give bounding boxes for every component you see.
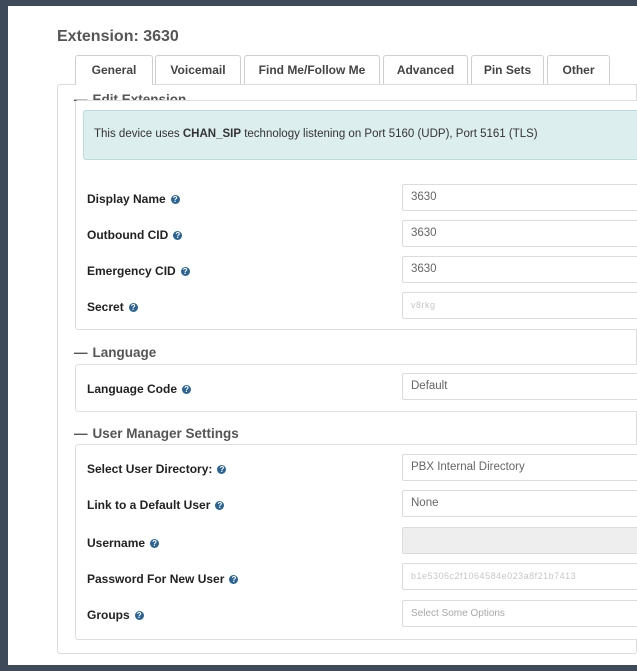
groups-label: Groups? bbox=[87, 608, 144, 622]
help-icon[interactable]: ? bbox=[170, 195, 180, 204]
language-code-label: Language Code? bbox=[87, 382, 192, 396]
collapse-icon: — bbox=[74, 345, 88, 360]
help-icon[interactable]: ? bbox=[182, 385, 192, 394]
tab-voicemail[interactable]: Voicemail bbox=[155, 55, 241, 84]
tab-other[interactable]: Other bbox=[547, 55, 610, 84]
username-label: Username? bbox=[87, 536, 160, 550]
help-icon[interactable]: ? bbox=[217, 465, 227, 474]
language-toggle[interactable]: — Language bbox=[74, 345, 156, 360]
language-code-select[interactable]: Default bbox=[402, 373, 637, 400]
default-user-select[interactable]: None bbox=[402, 490, 637, 517]
tab-general[interactable]: General bbox=[75, 55, 153, 85]
default-user-label: Link to a Default User? bbox=[87, 498, 225, 512]
help-icon[interactable]: ? bbox=[128, 303, 138, 312]
new-user-password-label: Password For New User? bbox=[87, 572, 239, 586]
emergency-cid-label: Emergency CID? bbox=[87, 264, 190, 278]
user-manager-title: User Manager Settings bbox=[92, 426, 239, 441]
help-icon[interactable]: ? bbox=[229, 575, 239, 584]
outbound-cid-label: Outbound CID? bbox=[87, 228, 183, 242]
groups-multiselect[interactable]: Select Some Options bbox=[402, 600, 637, 627]
emergency-cid-field[interactable]: 3630 bbox=[402, 256, 637, 283]
help-icon[interactable]: ? bbox=[215, 501, 225, 510]
tab-advanced[interactable]: Advanced bbox=[383, 55, 468, 84]
language-title: Language bbox=[92, 345, 157, 360]
help-icon[interactable]: ? bbox=[180, 267, 190, 276]
help-icon[interactable]: ? bbox=[134, 611, 144, 620]
info-prefix: This device uses bbox=[94, 128, 183, 140]
display-name-field[interactable]: 3630 bbox=[402, 184, 637, 211]
tech-info-text: This device uses CHAN_SIP technology lis… bbox=[94, 128, 538, 140]
page-title: Extension: 3630 bbox=[57, 28, 179, 45]
display-name-label: Display Name? bbox=[87, 192, 180, 206]
tab-find-me-follow-me[interactable]: Find Me/Follow Me bbox=[244, 55, 380, 84]
info-suffix: technology listening on Port 5160 (UDP),… bbox=[241, 128, 538, 140]
user-directory-select[interactable]: PBX Internal Directory bbox=[402, 454, 637, 481]
collapse-icon: — bbox=[74, 426, 88, 441]
new-user-password-field[interactable]: b1e5306c2f1064584e023a8f21b7413 bbox=[402, 563, 637, 590]
tab-pin-sets[interactable]: Pin Sets bbox=[471, 55, 544, 84]
help-icon[interactable]: ? bbox=[173, 231, 183, 240]
help-icon[interactable]: ? bbox=[150, 539, 160, 548]
user-manager-toggle[interactable]: — User Manager Settings bbox=[74, 426, 239, 441]
username-field[interactable] bbox=[402, 527, 637, 554]
secret-label: Secret? bbox=[87, 300, 138, 314]
outbound-cid-field[interactable]: 3630 bbox=[402, 220, 637, 247]
secret-field[interactable]: v8rkg bbox=[402, 292, 637, 319]
info-tech: CHAN_SIP bbox=[182, 128, 242, 140]
tech-info-box: This device uses CHAN_SIP technology lis… bbox=[83, 110, 637, 160]
user-directory-label: Select User Directory:? bbox=[87, 462, 227, 476]
